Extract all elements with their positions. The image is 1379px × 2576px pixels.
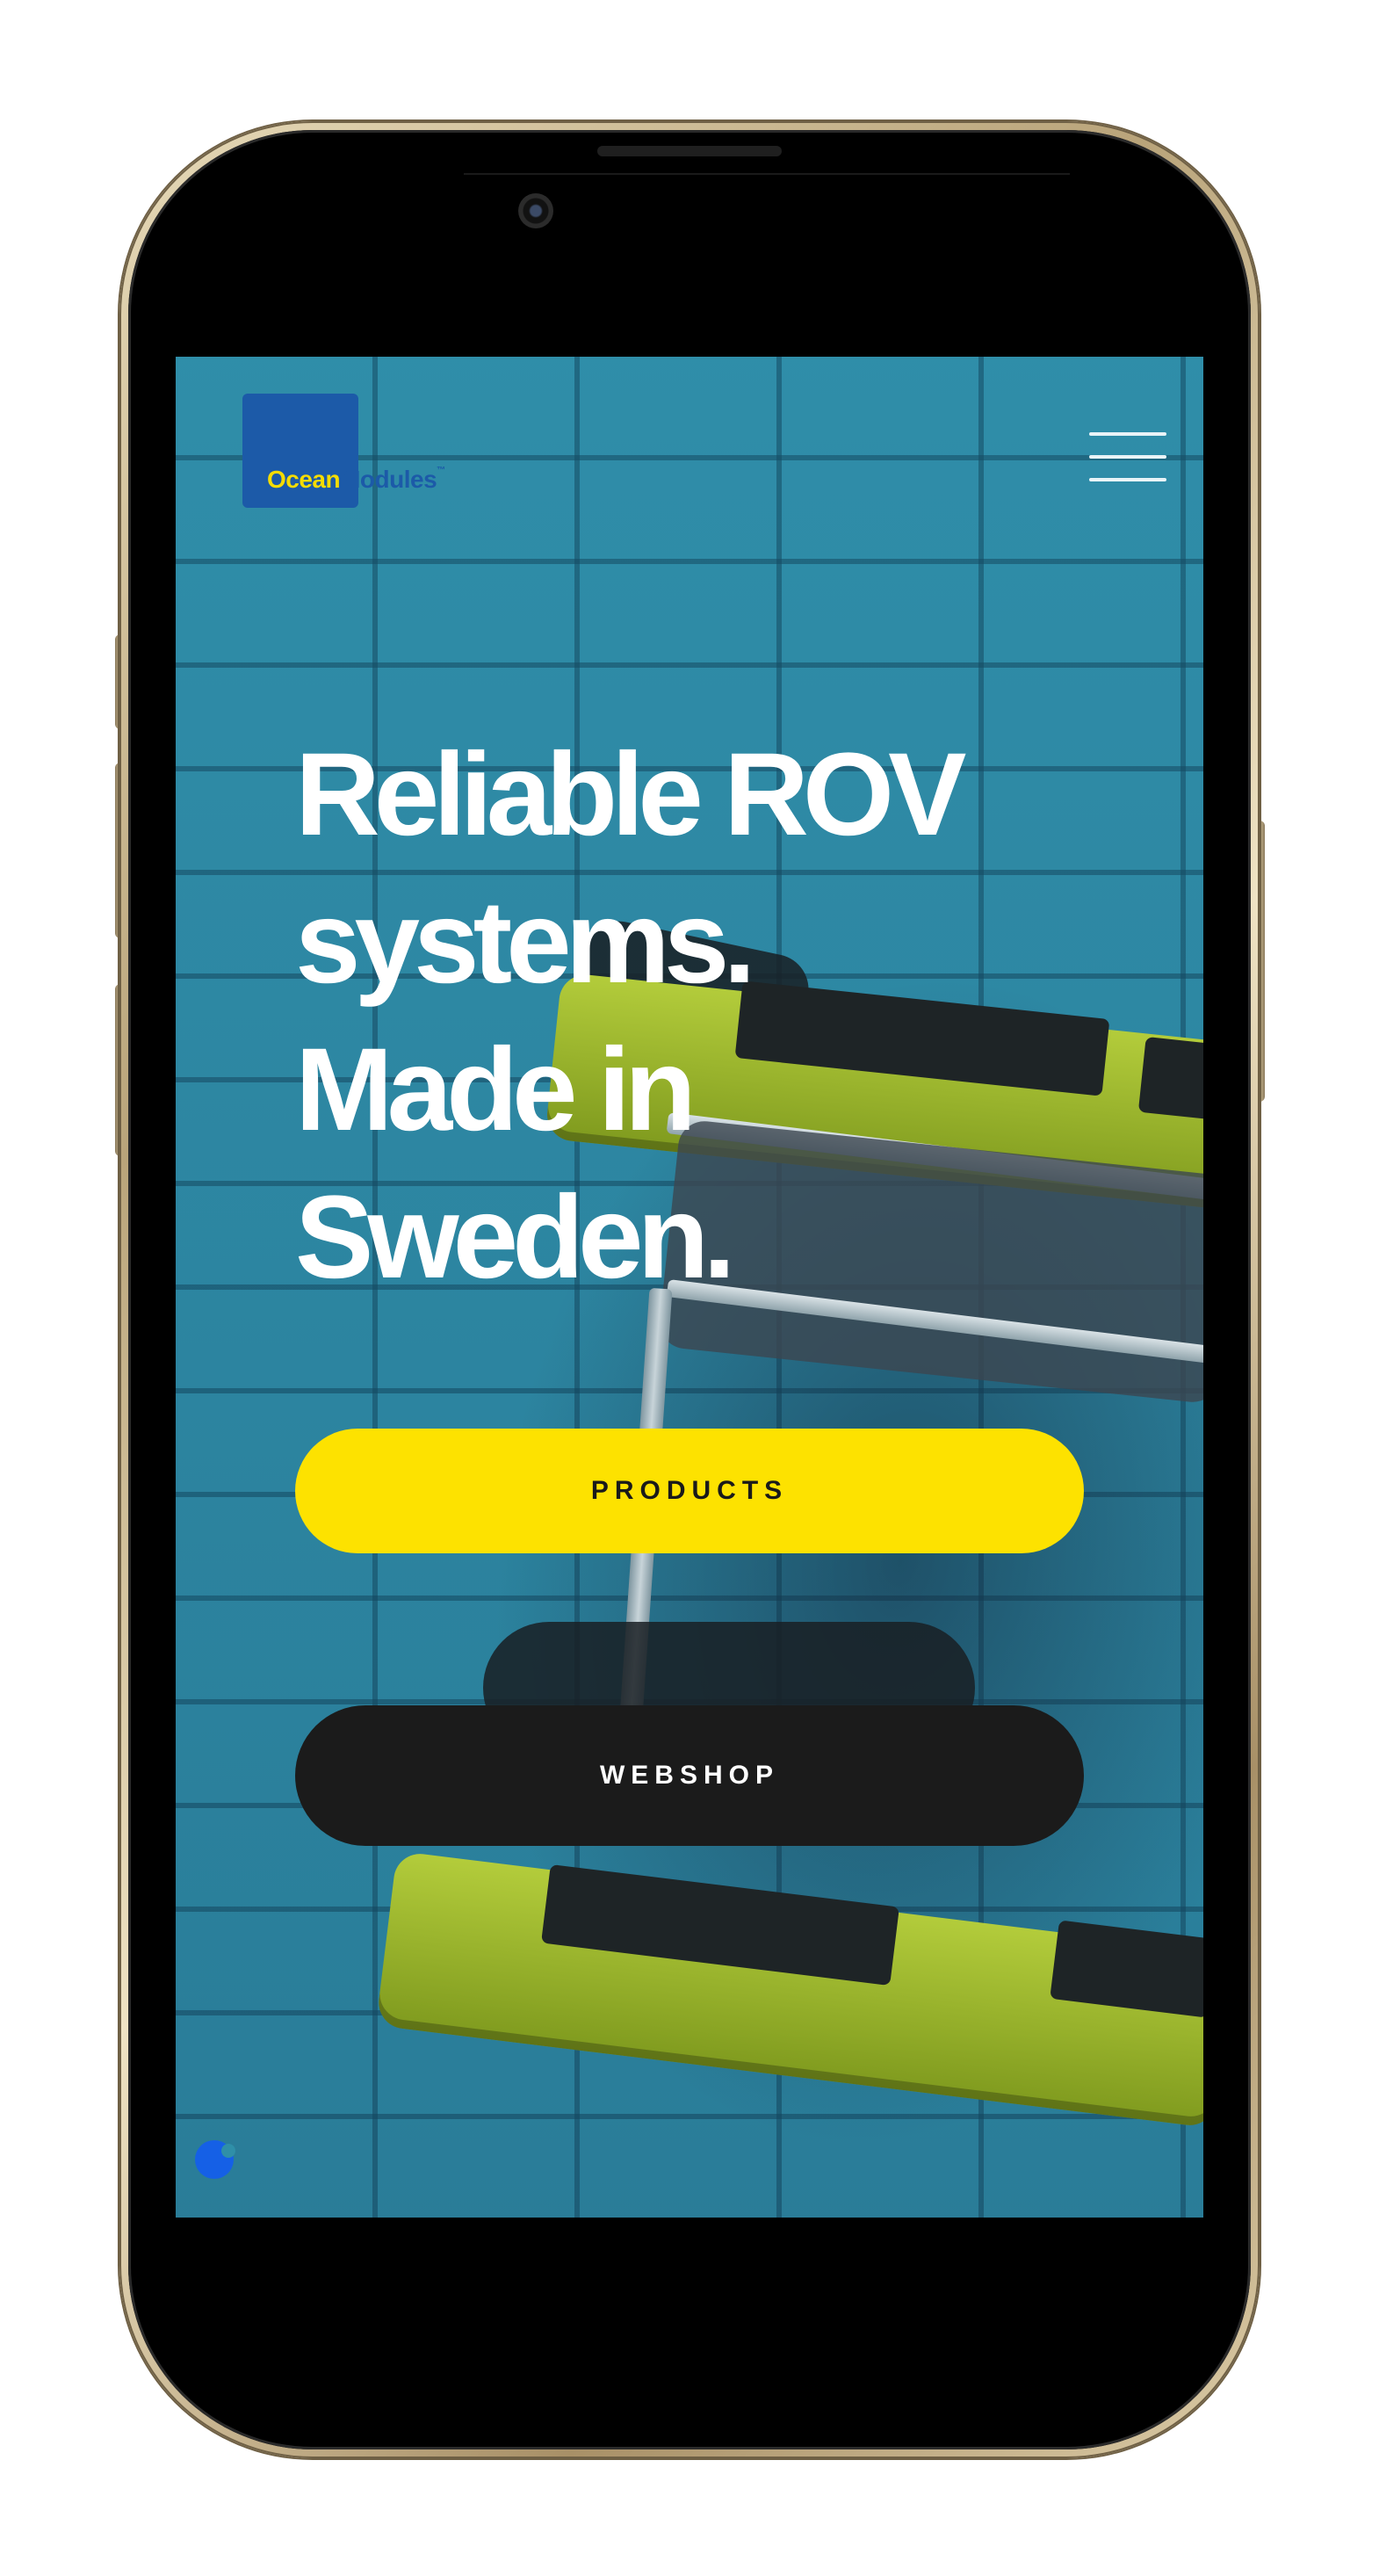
earpiece-speaker [597, 146, 782, 156]
products-button[interactable]: PRODUCTS [295, 1429, 1084, 1553]
hero-headline: Reliable ROV systems. Made in Sweden. [295, 721, 1086, 1312]
front-camera-icon [518, 193, 553, 228]
logo-trademark: ™ [437, 466, 445, 475]
hamburger-menu-icon[interactable] [1089, 432, 1166, 481]
headline-line: Made in [295, 1024, 697, 1155]
menu-line [1089, 432, 1166, 436]
logo-wordmark: OceanModules™ [267, 466, 445, 494]
bezel-edge [464, 173, 1070, 175]
headline-line: systems. [295, 877, 756, 1008]
headline-line: Reliable ROV [295, 729, 967, 860]
ocean-modules-logo[interactable]: OceanModules™ [242, 394, 445, 511]
phone-screen: OceanModules™ Reliable ROV systems. Made… [176, 357, 1203, 2218]
headline-line: Sweden. [295, 1172, 736, 1303]
menu-line [1089, 455, 1166, 459]
webshop-button[interactable]: WEBSHOP [295, 1705, 1084, 1846]
cookie-settings-icon[interactable] [195, 2140, 235, 2179]
logo-word-modules: Modules [340, 466, 437, 493]
rov-light-panel-top-right [1137, 1036, 1203, 1124]
menu-line [1089, 478, 1166, 481]
logo-word-ocean: Ocean [267, 466, 341, 493]
